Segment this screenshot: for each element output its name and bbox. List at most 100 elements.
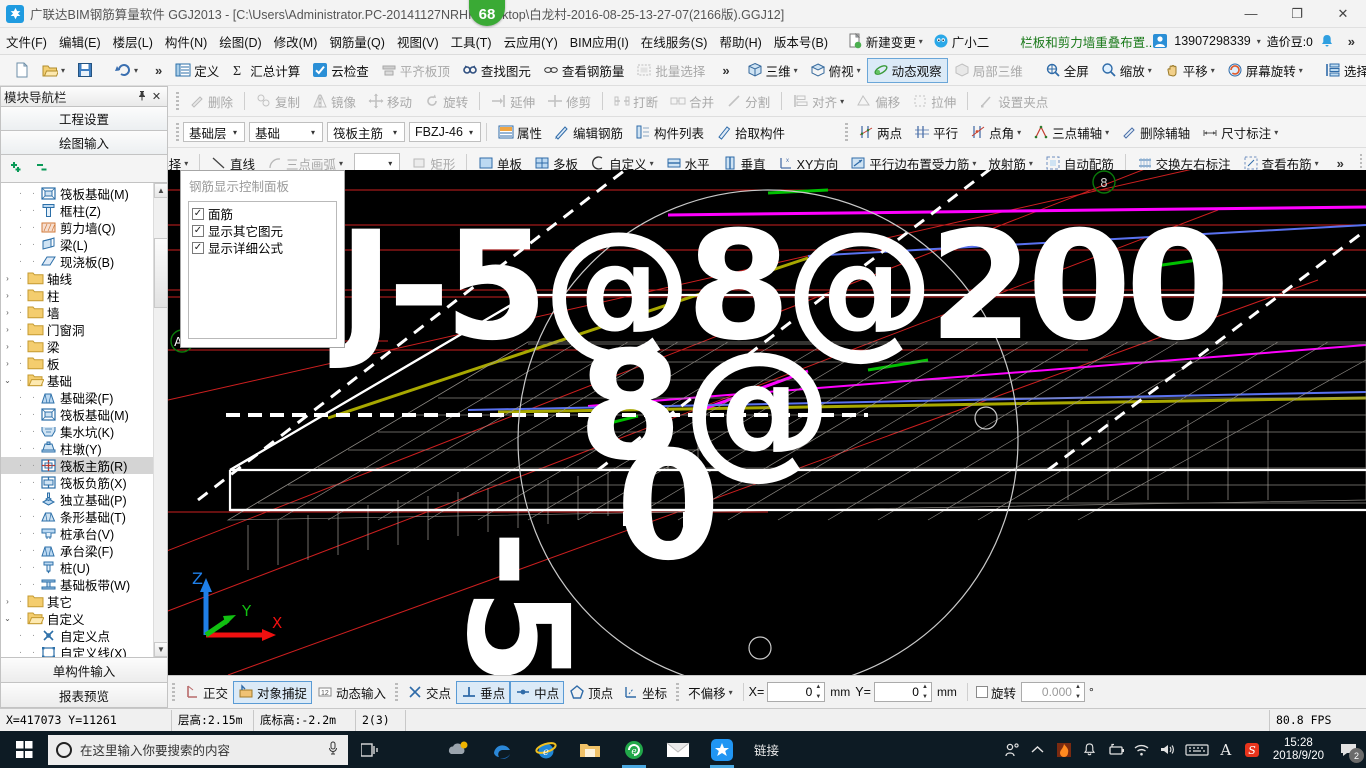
dimension-button[interactable]: 尺寸标注 ▾	[1196, 120, 1284, 145]
close-button[interactable]: ✕	[1320, 0, 1366, 28]
copy-button[interactable]: 复制	[250, 89, 306, 114]
menu-modify[interactable]: 修改(M)	[268, 28, 324, 55]
menu-floor[interactable]: 楼层(L)	[107, 28, 159, 55]
tree-item-15[interactable]: · · 柱墩(Y)	[1, 440, 155, 457]
component-type-select[interactable]: 筏板主筋 ▾	[327, 122, 405, 142]
cloud-check-button[interactable]: 云检查	[306, 58, 375, 83]
menu-edit[interactable]: 编辑(E)	[53, 28, 107, 55]
vertex-snap-toggle[interactable]: 顶点	[564, 681, 618, 704]
split-button[interactable]: 分割	[720, 89, 776, 114]
menu-draw[interactable]: 绘图(D)	[213, 28, 267, 55]
screen-rotate-button[interactable]: 屏幕旋转 ▾	[1221, 58, 1309, 83]
keyboard-icon[interactable]	[1181, 731, 1213, 768]
open-chevron-down-icon[interactable]: ▾	[61, 66, 65, 75]
toolbar-left-overflow[interactable]: »	[715, 63, 736, 78]
fullscreen-button[interactable]: 全屏	[1039, 58, 1095, 83]
delete-aux-axis-button[interactable]: 删除辅轴	[1115, 120, 1196, 145]
top-view-chevron-down-icon[interactable]: ▾	[857, 66, 861, 75]
taskbar-browser-360[interactable]: e	[612, 731, 656, 768]
arc-chevron-down-icon[interactable]: ▾	[339, 159, 343, 168]
trim-button[interactable]: 修剪	[541, 89, 597, 114]
taskbar-glodon[interactable]	[700, 731, 744, 768]
point-angle-axis-button[interactable]: 点角 ▾	[964, 120, 1027, 145]
toolbar-modify-grip[interactable]	[176, 92, 179, 110]
custom-chevron-down-icon[interactable]: ▾	[650, 159, 654, 168]
sidebar-button-draw-input[interactable]: 绘图输入	[0, 131, 168, 155]
tree-item-2[interactable]: · · 剪力墙(Q)	[1, 219, 155, 236]
rebar-display-control-panel[interactable]: 钢筋显示控制面板 ✓ 面筋 ✓ 显示其它图元 ✓ 显示详细公式	[180, 170, 345, 348]
object-snap-toggle[interactable]: 对象捕捉	[233, 680, 313, 704]
offset-x-input[interactable]: 0 ▲ ▼	[767, 682, 826, 702]
stretch-button[interactable]: 拉伸	[906, 89, 962, 114]
promo-link[interactable]: 栏板和剪力墙重叠布置..	[1020, 32, 1152, 51]
offset-mode-select[interactable]: 不偏移 ▾	[683, 681, 738, 704]
sidebar-button-single-component-input[interactable]: 单构件输入	[0, 658, 168, 683]
view-rebar-layout-chevron-down-icon[interactable]: ▾	[1315, 159, 1319, 168]
tree-item-19[interactable]: · · 条形基础(T)	[1, 508, 155, 525]
tree-expander-25[interactable]: ⌄	[1, 614, 14, 623]
menu-online-service[interactable]: 在线服务(S)	[635, 28, 714, 55]
menu-view[interactable]: 视图(V)	[391, 28, 445, 55]
sidebar-close-button[interactable]: ✕	[149, 90, 164, 103]
open-file-button[interactable]: ▾	[36, 58, 71, 83]
break-button[interactable]: 打断	[608, 89, 664, 114]
taskbar-search-input[interactable]: 在这里输入你要搜索的内容	[48, 734, 348, 765]
two-point-axis-button[interactable]: 两点	[852, 120, 908, 145]
tree-item-7[interactable]: › · 墙	[1, 304, 155, 321]
tree-item-21[interactable]: · · 承台梁(F)	[1, 542, 155, 559]
offset-y-input[interactable]: 0 ▲ ▼	[873, 682, 932, 702]
tree-item-20[interactable]: · · 桩承台(V)	[1, 525, 155, 542]
mirror-button[interactable]: 镜像	[306, 89, 362, 114]
tree-item-1[interactable]: · · 框柱(Z)	[1, 202, 155, 219]
tree-item-9[interactable]: › · 梁	[1, 338, 155, 355]
screen-rotate-chevron-down-icon[interactable]: ▾	[1299, 66, 1303, 75]
windows-start-button[interactable]	[0, 731, 48, 768]
flame-icon[interactable]	[1051, 731, 1077, 768]
menu-tools[interactable]: 工具(T)	[445, 28, 498, 55]
tree-item-26[interactable]: · · 自定义点	[1, 627, 155, 644]
new-change-button[interactable]: 新建变更 ▾	[842, 30, 928, 53]
tree-expander-24[interactable]: ›	[1, 597, 14, 606]
properties-button[interactable]: 属性	[492, 120, 548, 145]
three-point-aux-axis-chevron-down-icon[interactable]: ▾	[1105, 128, 1109, 137]
menu-help[interactable]: 帮助(H)	[713, 28, 767, 55]
pan-chevron-down-icon[interactable]: ▾	[1211, 66, 1215, 75]
define-button[interactable]: 定义	[169, 58, 225, 83]
view-3d-chevron-down-icon[interactable]: ▾	[794, 66, 798, 75]
component-chevron-down-icon[interactable]: ▾	[464, 128, 478, 137]
undo-chevron-down-icon[interactable]: ▾	[134, 66, 138, 75]
dynamic-orbit-button[interactable]: 动态观察	[866, 57, 948, 83]
tree-item-17[interactable]: · · 筏板负筋(X)	[1, 474, 155, 491]
tree-expander-6[interactable]: ›	[1, 291, 14, 300]
people-icon[interactable]	[999, 731, 1025, 768]
top-view-button[interactable]: 俯视 ▾	[804, 58, 867, 83]
zoom-chevron-down-icon[interactable]: ▾	[1148, 66, 1152, 75]
pan-button[interactable]: 平移 ▾	[1158, 58, 1221, 83]
component-type-chevron-down-icon[interactable]: ▾	[388, 128, 402, 137]
component-list-button[interactable]: 构件列表	[629, 120, 710, 145]
tree-expander-5[interactable]: ›	[1, 274, 14, 283]
rotate-button[interactable]: 旋转	[418, 89, 474, 114]
account-chevron-down-icon[interactable]: ▾	[1257, 37, 1261, 46]
sidebar-button-project-settings[interactable]: 工程设置	[0, 107, 168, 131]
pick-component-button[interactable]: 拾取构件	[710, 120, 791, 145]
summary-calc-button[interactable]: Σ 汇总计算	[225, 58, 306, 83]
tree-item-8[interactable]: › · 门窗洞	[1, 321, 155, 338]
intersection-snap-toggle[interactable]: 交点	[402, 681, 456, 704]
tree-item-12[interactable]: · · 基础梁(F)	[1, 389, 155, 406]
tree-scroll-thumb[interactable]	[154, 238, 167, 308]
partial-3d-button[interactable]: 局部三维	[948, 58, 1029, 83]
tree-expander-7[interactable]: ›	[1, 308, 14, 317]
align-button[interactable]: 对齐 ▾	[787, 89, 850, 114]
rotate-checkbox[interactable]	[975, 686, 988, 698]
tree-item-16[interactable]: · · 筏板主筋(R)	[1, 457, 155, 474]
menu-overflow-button[interactable]: »	[1341, 34, 1362, 49]
menu-rebar-qty[interactable]: 钢筋量(Q)	[323, 28, 391, 55]
bell-icon[interactable]	[1319, 33, 1335, 49]
find-element-button[interactable]: 查找图元	[456, 58, 537, 83]
tree-expander-10[interactable]: ›	[1, 359, 14, 368]
taskbar-edge[interactable]	[480, 731, 524, 768]
ime-A-icon[interactable]: A	[1213, 731, 1239, 768]
set-grip-point-button[interactable]: 设置夹点	[973, 89, 1054, 114]
select-floor-button[interactable]: 选择楼层	[1319, 58, 1366, 83]
